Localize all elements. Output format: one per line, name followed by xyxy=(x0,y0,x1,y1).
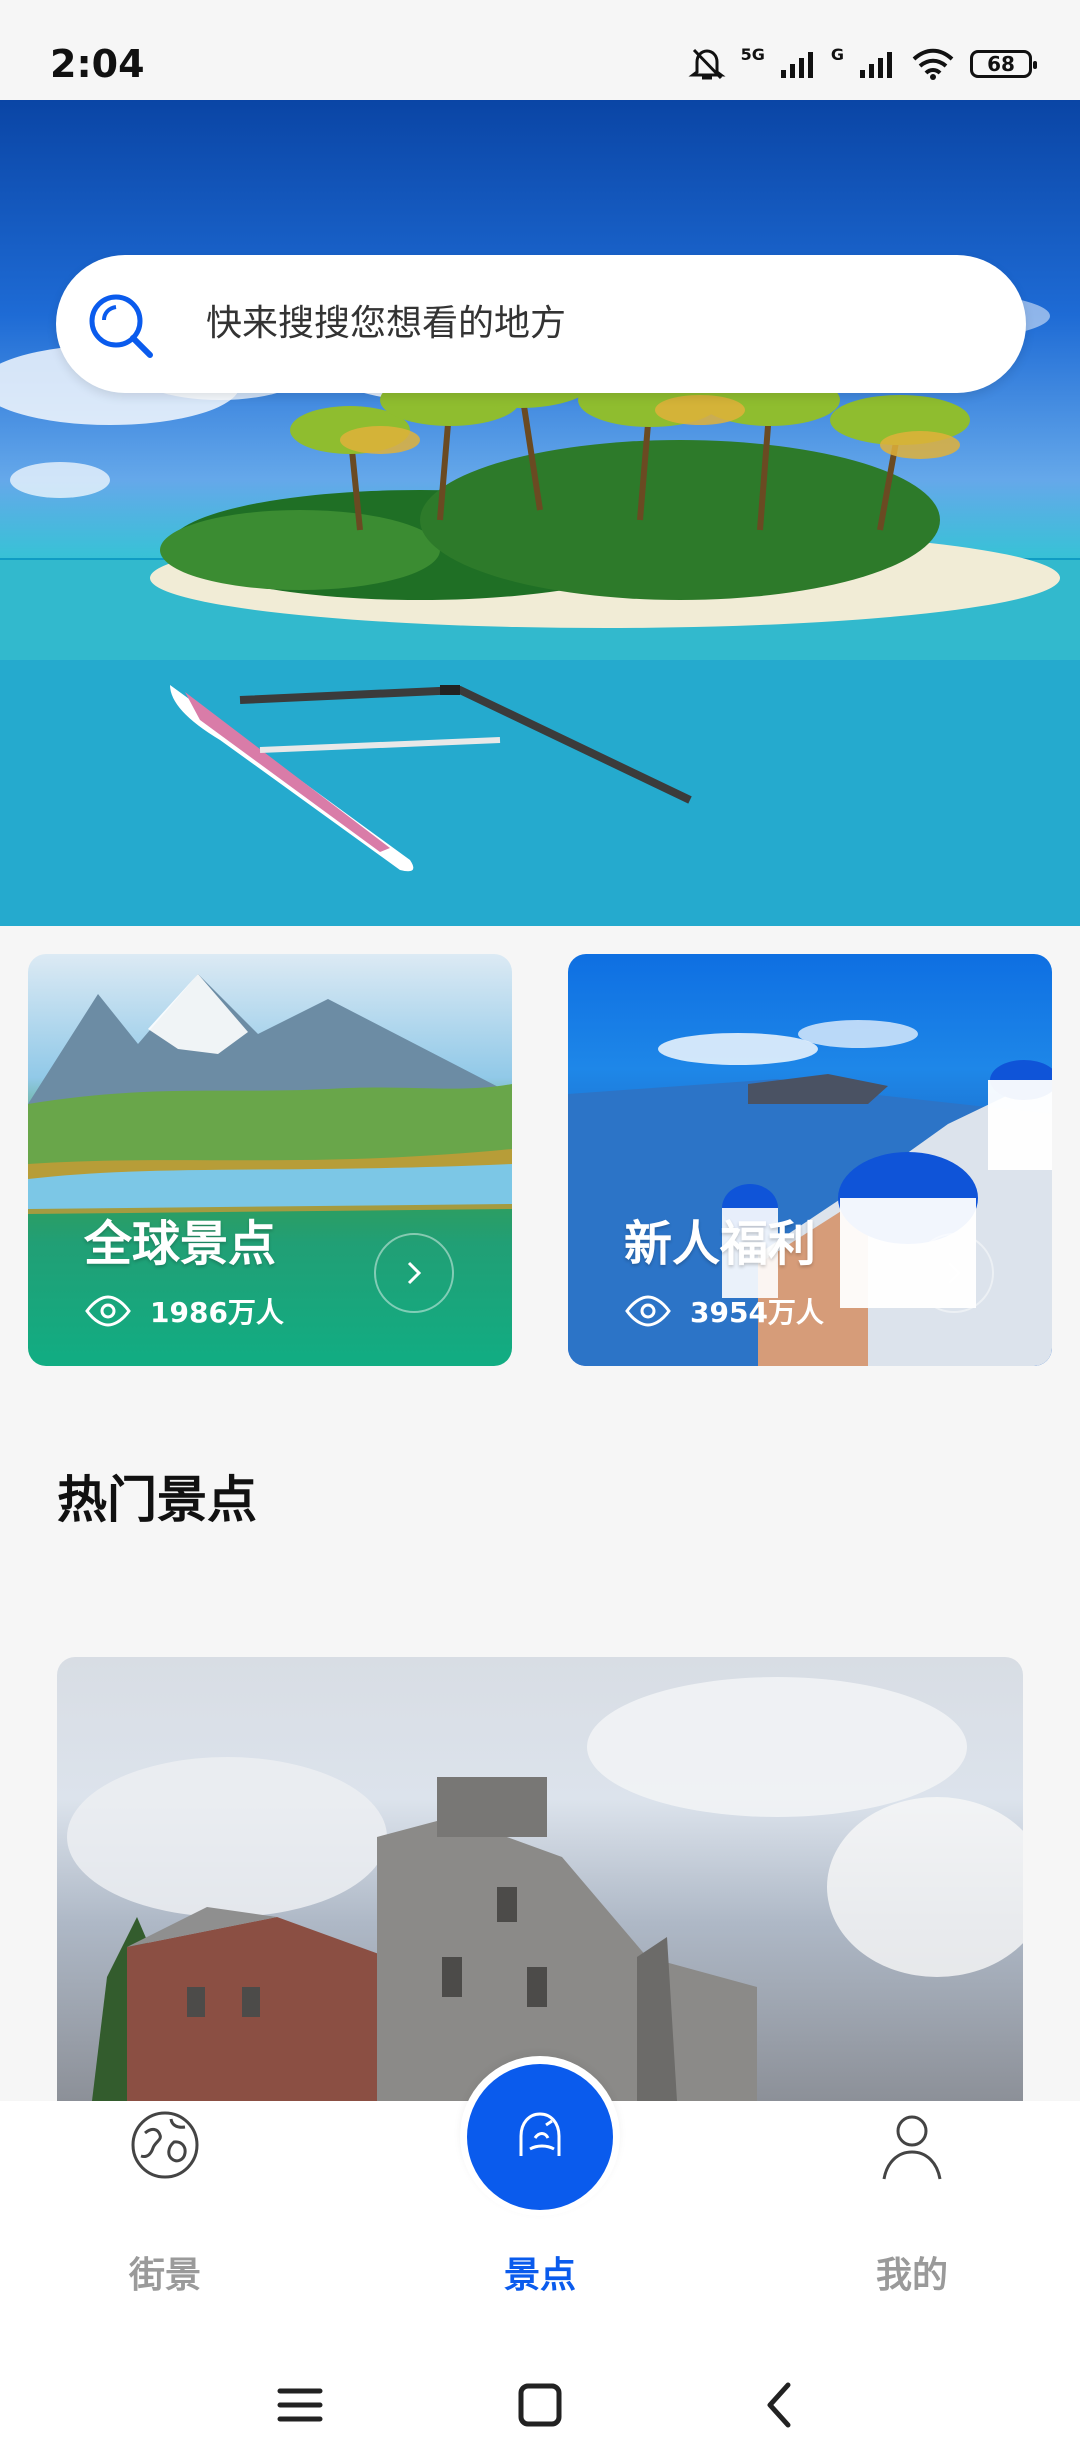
tab-label: 景点 xyxy=(503,2255,576,2296)
card-arrow-button[interactable] xyxy=(374,1233,454,1313)
tab-attractions[interactable]: 景点 xyxy=(430,2101,650,2345)
card-view-count: 3954万人 xyxy=(624,1291,824,1331)
network-label-5g: 5G xyxy=(740,44,765,64)
search-input[interactable] xyxy=(206,293,966,353)
view-count-text: 3954万人 xyxy=(690,1296,824,1329)
card-title: 全球景点 xyxy=(84,1216,277,1272)
battery-level: 68 xyxy=(987,52,1015,76)
back-icon[interactable] xyxy=(750,2375,810,2435)
card-view-count: 1986万人 xyxy=(84,1291,284,1331)
signal-icon xyxy=(780,52,813,78)
tab-profile[interactable]: 我的 xyxy=(802,2101,1022,2345)
network-label-g: G xyxy=(830,44,844,64)
menu-icon[interactable] xyxy=(270,2375,330,2435)
card-title: 新人福利 xyxy=(624,1216,817,1272)
chevron-right-icon xyxy=(407,1261,422,1285)
view-count-text: 1986万人 xyxy=(150,1296,284,1329)
system-navigation-bar xyxy=(0,2345,1080,2460)
card-arrow-button[interactable] xyxy=(914,1233,994,1313)
status-bar: 2:04 5G G 68 xyxy=(0,0,1080,100)
search-bar[interactable] xyxy=(56,255,1026,393)
eye-icon xyxy=(625,1295,671,1327)
section-title: 热门景点 xyxy=(57,1471,257,1529)
card-global-attractions[interactable]: 全球景点 1986万人 xyxy=(28,954,512,1366)
tab-street-view[interactable]: 街景 xyxy=(55,2101,275,2345)
status-icons: 5G G 68 xyxy=(687,44,1037,84)
hero-banner[interactable] xyxy=(0,100,1080,926)
person-icon xyxy=(882,2115,942,2180)
featured-cards: 全球景点 1986万人 新人福利 3954万人 xyxy=(0,954,1080,1368)
status-time: 2:04 xyxy=(50,42,145,86)
silent-bell-icon xyxy=(688,48,726,80)
signal-icon xyxy=(860,52,892,78)
tab-label: 街景 xyxy=(128,2255,201,2296)
popular-attraction-card[interactable] xyxy=(57,1657,1023,2101)
battery-indicator: 68 xyxy=(970,50,1037,78)
chevron-right-icon xyxy=(947,1261,962,1285)
bottom-tab-bar: 街景 景点 我的 xyxy=(0,2056,1080,2345)
home-icon[interactable] xyxy=(510,2375,570,2435)
eye-icon xyxy=(85,1295,131,1327)
wifi-icon xyxy=(912,48,954,80)
search-icon[interactable] xyxy=(84,289,158,363)
globe-icon xyxy=(131,2111,199,2179)
card-newcomer-benefits[interactable]: 新人福利 3954万人 xyxy=(568,954,1052,1366)
historic-building-image xyxy=(67,1677,1023,2101)
tab-label: 我的 xyxy=(875,2255,948,2296)
tropical-island-illustration xyxy=(0,288,1080,926)
